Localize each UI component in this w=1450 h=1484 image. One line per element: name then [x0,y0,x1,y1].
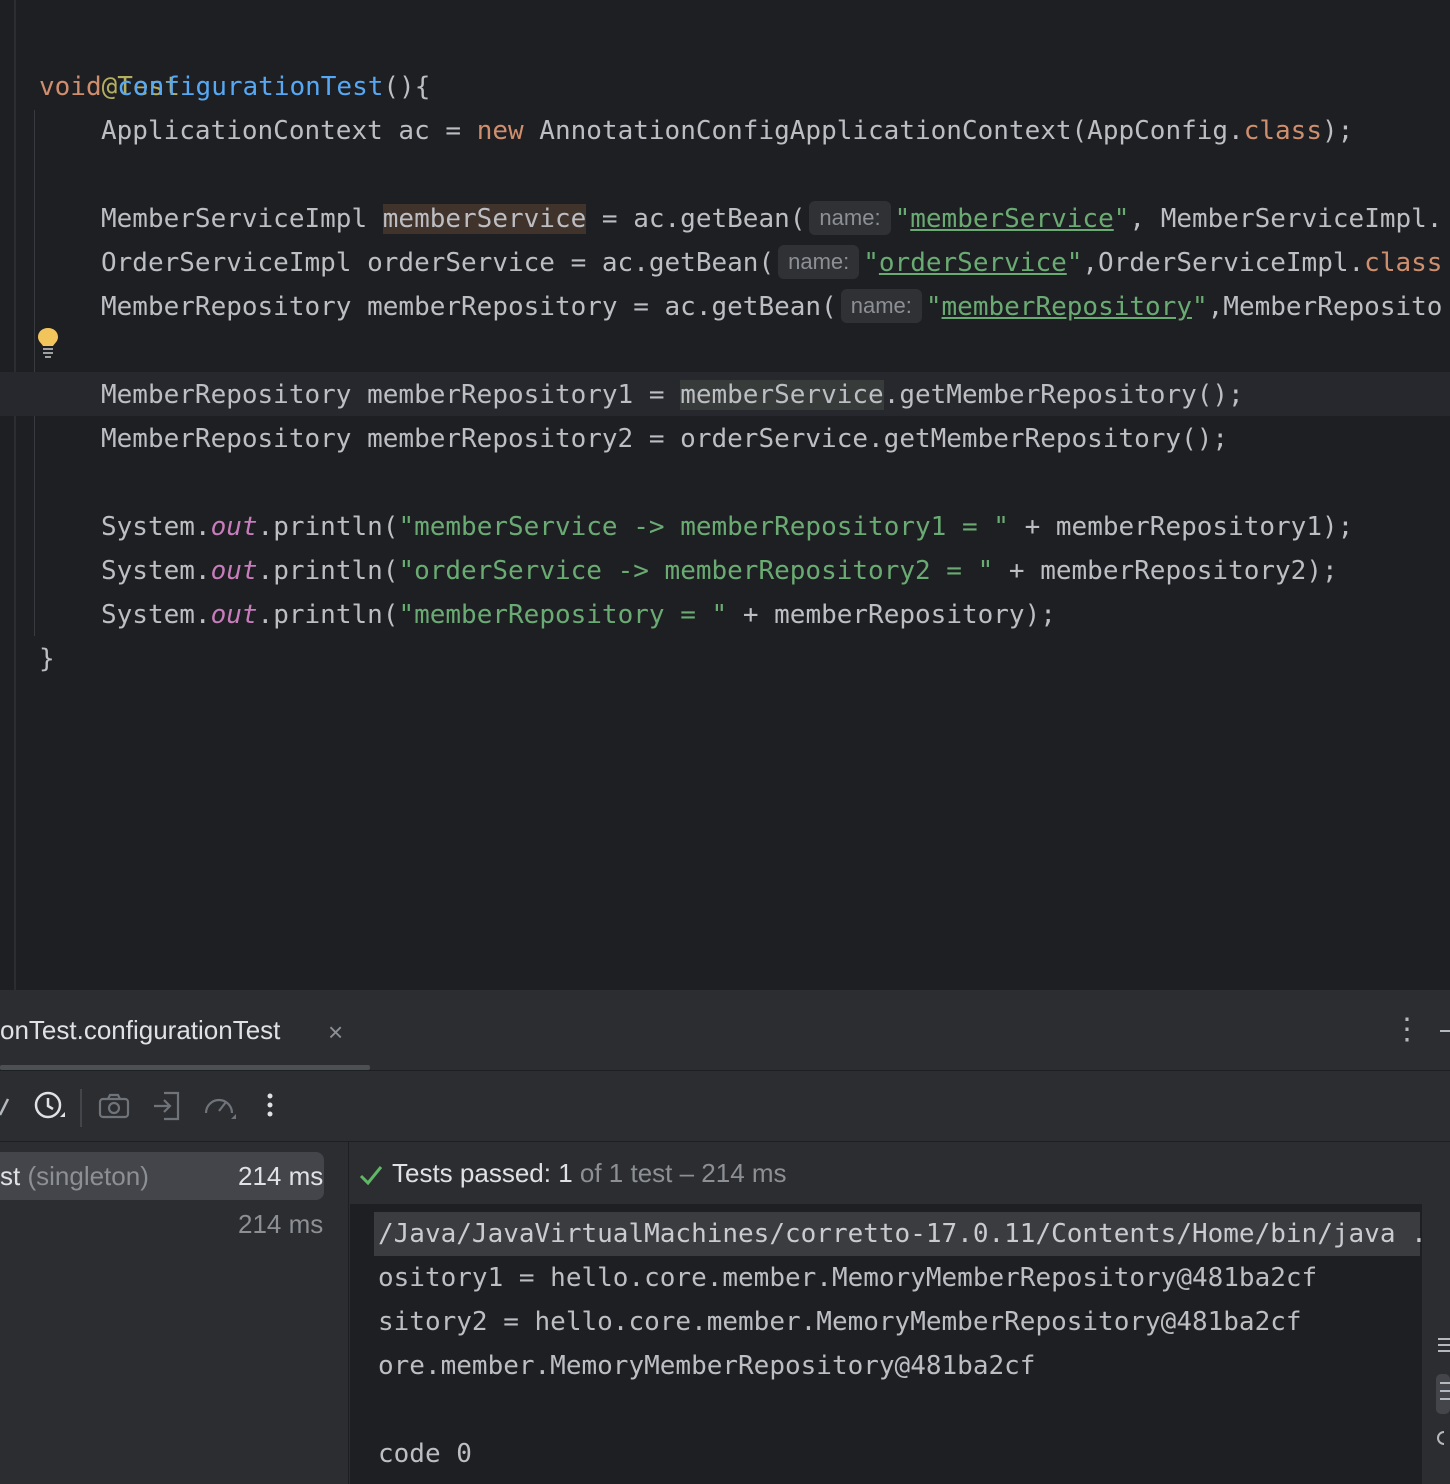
tree-item-time: 214 ms [238,1209,324,1239]
keyword-token: class [1243,116,1322,146]
code-line-member-service[interactable]: MemberServiceImpl memberService = ac.get… [101,197,1442,241]
punctuation-token: (){ [383,72,431,102]
string-quote: " [925,292,942,322]
keyword-token: void [39,72,102,102]
code-line-println-3[interactable]: System.out.println("memberRepository = "… [101,593,1056,637]
string-token: "memberRepository = " [398,600,728,630]
tree-item-suffix: (singleton) [20,1161,149,1191]
gutter-divider [14,0,16,990]
code-line-member-repository1[interactable]: MemberRepository memberRepository1 = mem… [101,373,1244,417]
soft-wrap-icon[interactable] [1422,1332,1450,1452]
code-text: .println( [257,512,399,542]
variable-highlight: memberService [382,204,587,234]
code-text: ); [1322,116,1354,146]
run-tab-bar: onTest.configurationTest × ⋮ [0,990,1450,1071]
string-token: "orderService -> memberRepository2 = " [398,556,994,586]
string-quote: " [1191,292,1208,322]
code-text: + memberRepository); [727,600,1056,630]
console-side-toolbar [1422,1142,1450,1484]
code-line-member-repository[interactable]: MemberRepository memberRepository = ac.g… [101,285,1442,329]
string-token: memberService [910,204,1114,234]
string-quote: " [894,204,911,234]
code-text: = ac.getBean( [586,204,806,234]
code-editor[interactable]: @Test void configurationTest(){ Applicat… [0,0,1450,990]
status-label: Tests passed: 1 [392,1158,573,1188]
console-line: ore.member.MemoryMemberRepository@481ba2… [378,1351,1036,1381]
string-token: memberRepository [941,292,1192,322]
console-line: code 0 [378,1439,472,1469]
console-line: /Java/JavaVirtualMachines/corretto-17.0.… [378,1219,1422,1249]
code-line-application-context[interactable]: ApplicationContext ac = new AnnotationCo… [101,109,1353,153]
code-text: ,OrderServiceImpl. [1082,248,1365,278]
minimize-icon[interactable] [1440,1030,1450,1032]
code-text: , MemberServiceImpl. [1129,204,1443,234]
run-tool-window: onTest.configurationTest × ⋮ st (singlet… [0,990,1450,1484]
parameter-hint: name: [809,200,891,235]
tree-item-name: st (singleton) [0,1152,149,1200]
code-text: AnnotationConfigApplicationContext(AppCo… [523,116,1244,146]
parameter-hint: name: [840,288,922,323]
method-name-token: configurationTest [117,72,384,102]
static-field-token: out [210,556,258,586]
string-token: orderService [878,248,1067,278]
code-line-close-brace[interactable]: } [39,637,55,681]
more-options-icon[interactable]: ⋮ [1392,1012,1422,1048]
static-field-token: out [210,600,258,630]
status-detail: of 1 test – 214 ms [572,1158,787,1188]
string-quote: " [1066,248,1083,278]
code-text: .println( [257,600,399,630]
active-tab-indicator [0,1065,370,1070]
import-icon[interactable] [150,1089,184,1123]
check-icon [359,1166,383,1186]
static-field-token: out [210,512,258,542]
parameter-hint: name: [778,244,860,279]
check-icon[interactable] [0,1089,20,1123]
tree-item-time: 214 ms [238,1161,324,1191]
string-quote: " [1113,204,1130,234]
console-line: ository1 = hello.core.member.MemoryMembe… [378,1263,1318,1293]
code-text: + memberRepository2); [993,556,1338,586]
tree-item-label: st [0,1161,21,1191]
code-text: ,MemberReposito [1207,292,1443,322]
keyword-token: new [476,116,524,146]
string-quote: " [863,248,879,278]
console-line: sitory2 = hello.core.member.MemoryMember… [378,1307,1302,1337]
code-text: System. [101,556,211,586]
code-text: OrderServiceImpl orderService = ac.getBe… [101,248,775,278]
code-line-signature[interactable]: void configurationTest(){ [39,65,430,109]
code-text: ApplicationContext ac = [101,116,477,146]
more-icon[interactable] [253,1089,287,1123]
code-line-member-repository2[interactable]: MemberRepository memberRepository2 = ord… [101,417,1228,461]
close-icon[interactable]: × [328,1012,343,1052]
code-text: .getMemberRepository(); [883,380,1244,410]
test-console[interactable]: Tests passed: 1 of 1 test – 214 ms /Java… [350,1142,1450,1484]
run-tab-title[interactable]: onTest.configurationTest [0,1010,280,1050]
code-text: System. [101,600,211,630]
variable-highlight: memberService [680,380,884,410]
code-line-println-1[interactable]: System.out.println("memberService -> mem… [101,505,1353,549]
string-token: "memberService -> memberRepository1 = " [398,512,1009,542]
speedometer-icon[interactable] [202,1089,236,1123]
history-icon[interactable] [32,1089,66,1123]
camera-icon[interactable] [97,1089,131,1123]
lightbulb-icon[interactable] [36,326,60,360]
console-output[interactable]: /Java/JavaVirtualMachines/corretto-17.0.… [350,1204,1422,1484]
keyword-token: class [1364,248,1443,278]
code-line-order-service[interactable]: OrderServiceImpl orderService = ac.getBe… [101,241,1442,285]
code-text: + memberRepository1); [1008,512,1354,542]
code-line-annotation[interactable]: @Test [39,21,180,102]
code-text: MemberServiceImpl [101,204,383,234]
toolbar-separator [80,1089,82,1127]
code-text: } [39,644,55,674]
run-toolbar [0,1071,1450,1142]
code-text: MemberRepository memberRepository2 = ord… [101,424,1229,454]
code-text: System. [101,512,211,542]
code-text: MemberRepository memberRepository = ac.g… [101,292,837,322]
code-text: .println( [257,556,399,586]
code-text: MemberRepository memberRepository1 = [101,380,681,410]
code-line-println-2[interactable]: System.out.println("orderService -> memb… [101,549,1338,593]
test-status: Tests passed: 1 of 1 test – 214 ms [358,1150,787,1196]
test-tree: st (singleton) 214 ms 214 ms [0,1142,349,1484]
